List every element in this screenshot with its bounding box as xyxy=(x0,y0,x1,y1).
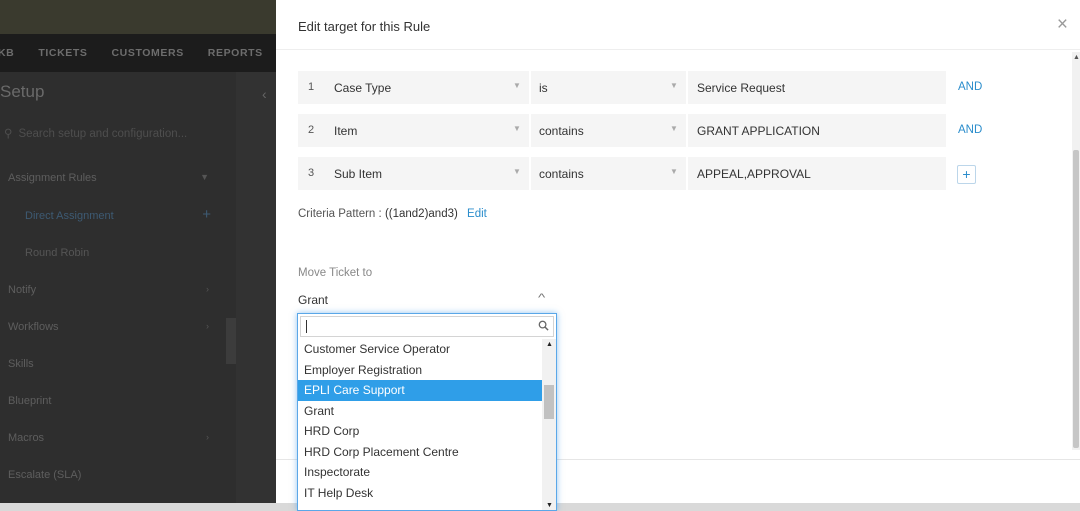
criteria-operator-select[interactable]: contains xyxy=(539,167,584,181)
criteria-row-3: 3 Sub Item ▼ contains ▼ APPEAL,APPROVAL xyxy=(298,157,946,190)
sidebar-item-workflows: Workflows › xyxy=(8,321,213,333)
search-icon xyxy=(538,320,549,331)
setup-title: Setup xyxy=(0,82,45,101)
dropdown-search-input[interactable] xyxy=(305,319,533,334)
criteria-field-select[interactable]: Sub Item xyxy=(334,167,382,181)
chevron-down-icon[interactable]: ▼ xyxy=(513,167,521,176)
sidebar-item-label: Notify xyxy=(8,284,37,296)
chevron-right-icon: › xyxy=(206,432,209,442)
scroll-down-icon[interactable]: ▼ xyxy=(546,502,553,509)
criteria-pattern-label: Criteria Pattern : xyxy=(298,208,382,220)
sidebar-item-label: Macros xyxy=(8,432,45,444)
dropdown-option[interactable]: IT Help Desk xyxy=(298,483,542,504)
criteria-operator-select[interactable]: contains xyxy=(539,124,584,138)
sidebar-item-label: Round Robin xyxy=(25,247,90,259)
background-app: KB TICKETS CUSTOMERS REPORTS Setup ⚲ Sear… xyxy=(0,0,276,511)
criteria-field-select[interactable]: Case Type xyxy=(334,81,391,95)
chevron-down-icon[interactable]: ▼ xyxy=(670,81,678,90)
divider xyxy=(529,157,531,190)
divider xyxy=(529,71,531,104)
divider xyxy=(686,71,688,104)
dropdown-option[interactable]: Employer Registration xyxy=(298,360,542,381)
modal-title: Edit target for this Rule xyxy=(298,19,431,34)
move-ticket-select[interactable]: Grant xyxy=(298,293,328,307)
scroll-up-icon[interactable]: ▲ xyxy=(546,341,553,348)
nav-reports: REPORTS xyxy=(207,47,263,59)
background-nav: KB TICKETS CUSTOMERS REPORTS xyxy=(0,34,276,72)
sidebar-item-direct-assignment: Direct Assignment + xyxy=(25,206,215,223)
sidebar-item-notify: Notify › xyxy=(8,284,213,296)
dropdown-option[interactable]: Customer Service Operator xyxy=(298,339,542,360)
dropdown-option[interactable]: Grant xyxy=(298,401,542,422)
chevron-down-icon[interactable]: ▼ xyxy=(513,124,521,133)
sidebar-item-label: Assignment Rules xyxy=(8,172,97,184)
sidebar-item-label: Skills xyxy=(8,358,34,370)
chevron-down-icon[interactable]: ▼ xyxy=(670,124,678,133)
criteria-field-select[interactable]: Item xyxy=(334,124,357,138)
setup-search-placeholder: Search setup and configuration... xyxy=(18,128,188,140)
criteria-row-2: 2 Item ▼ contains ▼ GRANT APPLICATION xyxy=(298,114,946,147)
dropdown-scrollbar-thumb[interactable] xyxy=(544,385,554,419)
sidebar-item-round-robin: Round Robin xyxy=(25,247,230,259)
dropdown-option[interactable]: Inspectorate xyxy=(298,462,542,483)
nav-kb: KB xyxy=(0,47,15,59)
department-dropdown: Customer Service Operator Employer Regis… xyxy=(297,313,557,511)
nav-customers: CUSTOMERS xyxy=(111,47,184,59)
chevron-right-icon: › xyxy=(206,321,209,331)
search-icon: ⚲ xyxy=(4,128,13,140)
chevron-left-icon: ‹ xyxy=(262,86,267,102)
chevron-up-icon[interactable]: ^ xyxy=(538,292,545,304)
chevron-down-icon[interactable]: ▼ xyxy=(513,81,521,90)
nav-tickets: TICKETS xyxy=(38,47,88,59)
dropdown-option[interactable]: HRD Corp Placement Centre xyxy=(298,442,542,463)
sidebar-item-skills: Skills xyxy=(8,358,213,370)
sidebar-item-assignment-rules: Assignment Rules ▼ xyxy=(8,172,213,184)
chevron-down-icon: ▼ xyxy=(200,172,209,182)
divider xyxy=(529,114,531,147)
setup-sidebar: Setup ⚲ Search setup and configuration...… xyxy=(0,72,236,511)
criteria-pattern: Criteria Pattern : ((1and2)and3) Edit xyxy=(298,208,487,220)
sidebar-collapse-strip: ‹ xyxy=(236,72,276,511)
criteria-value[interactable]: Service Request xyxy=(697,81,785,95)
dropdown-option-list: Customer Service Operator Employer Regis… xyxy=(298,339,542,503)
plus-icon: + xyxy=(202,206,211,223)
criteria-number: 1 xyxy=(308,81,315,93)
setup-search: ⚲ Search setup and configuration... xyxy=(4,126,187,140)
sidebar-item-label: Escalate (SLA) xyxy=(8,469,82,481)
dropdown-option-selected[interactable]: EPLI Care Support xyxy=(298,380,542,401)
criteria-pattern-value: ((1and2)and3) xyxy=(384,208,458,220)
criteria-number: 2 xyxy=(308,124,315,136)
add-criteria-button[interactable]: + xyxy=(957,165,976,184)
dropdown-scrollbar[interactable]: ▲ ▼ xyxy=(542,339,556,510)
close-icon[interactable]: × xyxy=(1057,15,1068,34)
modal-header: Edit target for this Rule × xyxy=(276,0,1080,50)
chevron-down-icon[interactable]: ▼ xyxy=(670,167,678,176)
sidebar-scrollbar xyxy=(226,318,236,364)
and-link-1[interactable]: AND xyxy=(958,81,982,93)
chevron-right-icon: › xyxy=(206,284,209,294)
dropdown-search-box[interactable] xyxy=(300,316,554,337)
criteria-row-1: 1 Case Type ▼ is ▼ Service Request xyxy=(298,71,946,104)
divider xyxy=(686,114,688,147)
criteria-value[interactable]: GRANT APPLICATION xyxy=(697,124,820,138)
move-ticket-label: Move Ticket to xyxy=(298,267,373,279)
edit-pattern-link[interactable]: Edit xyxy=(467,208,487,220)
sidebar-item-label: Workflows xyxy=(8,321,59,333)
sidebar-item-blueprint: Blueprint xyxy=(8,395,213,407)
dropdown-option[interactable]: HRD Corp xyxy=(298,421,542,442)
modal-scrollbar-thumb[interactable] xyxy=(1073,150,1079,448)
criteria-operator-select[interactable]: is xyxy=(539,81,548,95)
sidebar-item-macros: Macros › xyxy=(8,432,213,444)
modal-scrollbar[interactable] xyxy=(1072,52,1080,450)
scroll-up-icon[interactable]: ▲ xyxy=(1073,54,1080,61)
sidebar-item-label: Blueprint xyxy=(8,395,52,407)
background-topbar xyxy=(0,0,276,34)
sidebar-item-escalate: Escalate (SLA) xyxy=(8,469,213,481)
sidebar-item-label: Direct Assignment xyxy=(25,210,114,222)
divider xyxy=(686,157,688,190)
and-link-2[interactable]: AND xyxy=(958,124,982,136)
criteria-number: 3 xyxy=(308,167,315,179)
criteria-value[interactable]: APPEAL,APPROVAL xyxy=(697,167,811,181)
